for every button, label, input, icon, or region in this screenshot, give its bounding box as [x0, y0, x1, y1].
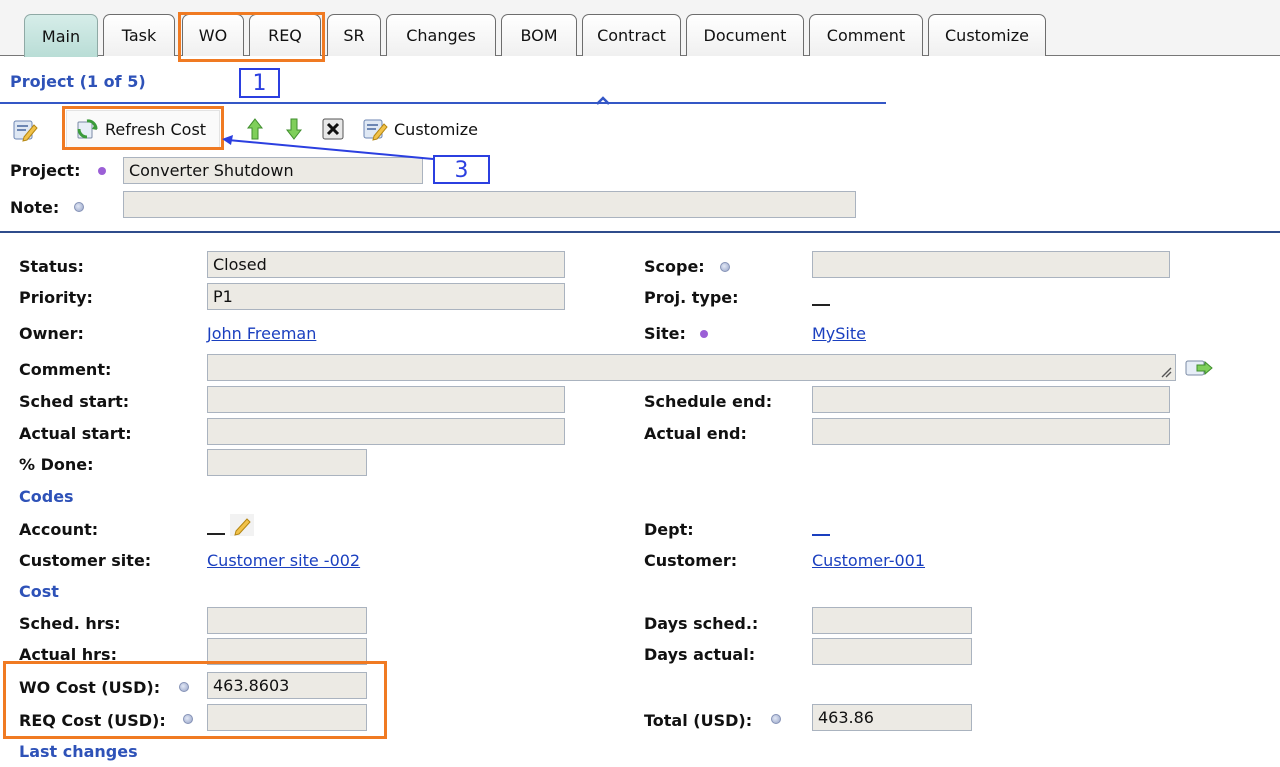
highlight-refresh-cost — [62, 106, 224, 150]
actual-end-field[interactable] — [812, 418, 1170, 445]
highlight-wo-req-tabs — [178, 12, 325, 62]
comment-label: Comment: — [19, 360, 112, 379]
section-title: Project (1 of 5) — [10, 72, 146, 91]
priority-label: Priority: — [19, 288, 93, 307]
sched-start-field[interactable] — [207, 386, 565, 413]
project-label: Project: — [10, 161, 81, 180]
owner-label: Owner: — [19, 324, 84, 343]
pencil-icon[interactable] — [230, 514, 254, 536]
site-link[interactable]: MySite — [812, 324, 866, 343]
status-label: Status: — [19, 257, 84, 276]
pct-done-label: % Done: — [19, 455, 94, 474]
last-changes-heading: Last changes — [19, 742, 138, 761]
comment-expand-icon[interactable] — [1185, 358, 1213, 380]
sched-hrs-field[interactable] — [207, 607, 367, 634]
form-divider — [0, 231, 1280, 233]
resize-handle-icon[interactable] — [1158, 364, 1172, 378]
cost-heading: Cost — [19, 582, 59, 601]
tab-sr[interactable]: SR — [327, 14, 381, 56]
proj-type-empty-value — [812, 294, 830, 306]
actual-end-label: Actual end: — [644, 424, 747, 443]
dept-label: Dept: — [644, 520, 694, 539]
priority-field[interactable]: P1 — [207, 283, 565, 310]
info-icon[interactable] — [74, 202, 84, 212]
days-sched-field[interactable] — [812, 607, 972, 634]
days-actual-field[interactable] — [812, 638, 972, 665]
annotation-marker-3: 3 — [433, 155, 490, 184]
customer-link[interactable]: Customer-001 — [812, 551, 925, 570]
edit-form-icon[interactable] — [12, 117, 38, 143]
collapse-caret-icon[interactable] — [596, 96, 610, 106]
owner-link[interactable]: John Freeman — [207, 324, 316, 343]
actual-start-field[interactable] — [207, 418, 565, 445]
account-empty-value — [207, 523, 225, 535]
schedule-end-field[interactable] — [812, 386, 1170, 413]
highlight-cost-fields — [3, 661, 387, 739]
status-field[interactable]: Closed — [207, 251, 565, 278]
tab-task[interactable]: Task — [103, 14, 175, 56]
schedule-end-label: Schedule end: — [644, 392, 773, 411]
codes-heading: Codes — [19, 487, 74, 506]
pct-done-field[interactable] — [207, 449, 367, 476]
tab-main[interactable]: Main — [24, 14, 98, 57]
note-label: Note: — [10, 198, 60, 217]
comment-field[interactable] — [207, 354, 1176, 381]
customer-label: Customer: — [644, 551, 738, 570]
scope-field[interactable] — [812, 251, 1170, 278]
tab-comment[interactable]: Comment — [809, 14, 923, 56]
customer-site-label: Customer site: — [19, 551, 152, 570]
note-field[interactable] — [123, 191, 856, 218]
proj-type-label: Proj. type: — [644, 288, 739, 307]
annotation-arrow — [222, 135, 434, 160]
dept-empty-link[interactable] — [812, 524, 830, 536]
days-actual-label: Days actual: — [644, 645, 756, 664]
tab-bom[interactable]: BOM — [501, 14, 577, 56]
days-sched-label: Days sched.: — [644, 614, 759, 633]
sched-hrs-label: Sched. hrs: — [19, 614, 121, 633]
total-field[interactable]: 463.86 — [812, 704, 972, 731]
tab-changes[interactable]: Changes — [386, 14, 496, 56]
annotation-marker-1: 1 — [239, 68, 280, 98]
sched-start-label: Sched start: — [19, 392, 130, 411]
customer-site-link[interactable]: Customer site -002 — [207, 551, 360, 570]
tab-document[interactable]: Document — [686, 14, 804, 56]
section-divider — [0, 102, 886, 104]
scope-label: Scope: — [644, 257, 705, 276]
info-icon[interactable] — [771, 714, 781, 724]
required-dot-icon — [98, 167, 106, 175]
required-dot-icon — [700, 330, 708, 338]
total-label: Total (USD): — [644, 711, 753, 730]
site-label: Site: — [644, 324, 686, 343]
tab-customize[interactable]: Customize — [928, 14, 1046, 56]
account-label: Account: — [19, 520, 99, 539]
actual-start-label: Actual start: — [19, 424, 132, 443]
info-icon[interactable] — [720, 262, 730, 272]
tab-contract[interactable]: Contract — [582, 14, 681, 56]
